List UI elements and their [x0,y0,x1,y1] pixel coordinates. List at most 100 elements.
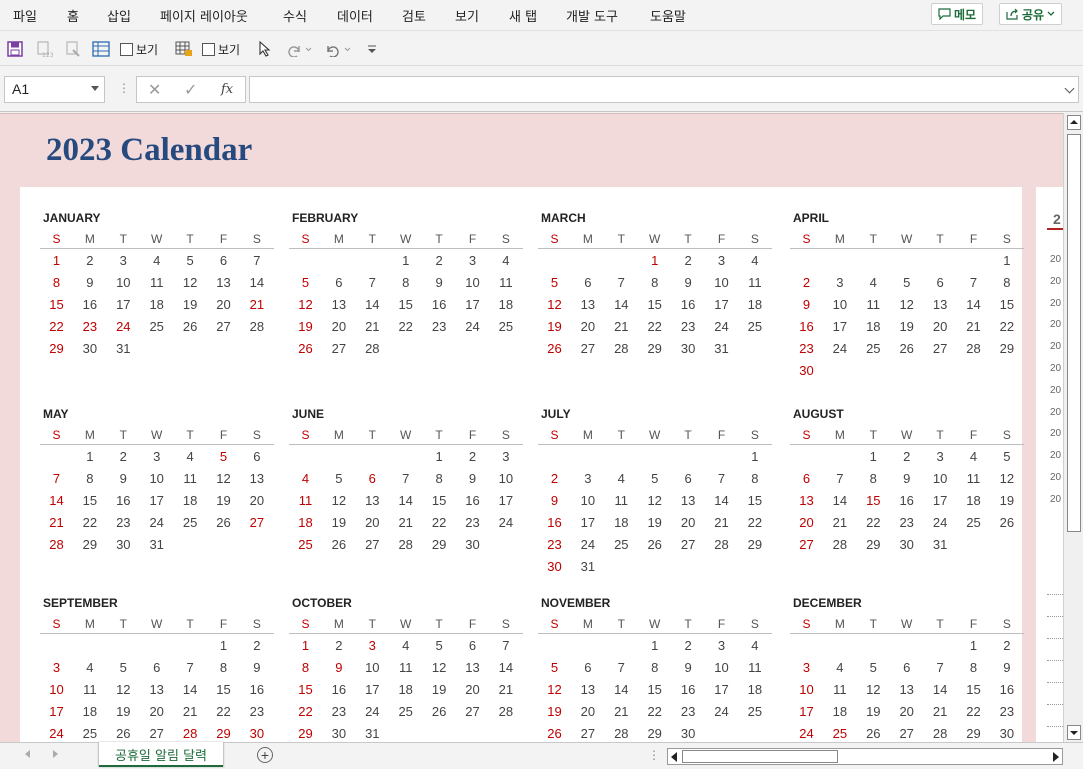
calendar-day[interactable]: 7 [605,660,638,675]
calendar-day[interactable]: 29 [857,537,890,552]
calendar-day[interactable]: 5 [423,638,456,653]
calendar-day[interactable]: 22 [957,704,990,719]
calendar-day[interactable]: 9 [672,275,705,290]
calendar-day-holiday[interactable]: 5 [289,275,322,290]
calendar-day[interactable]: 21 [605,704,638,719]
calendar-day[interactable]: 17 [356,682,389,697]
calendar-day[interactable]: 22 [73,515,106,530]
calendar-day-holiday[interactable]: 8 [289,660,322,675]
calendar-day-holiday[interactable]: 12 [538,682,571,697]
calendar-day[interactable]: 31 [107,341,140,356]
calendar-day[interactable]: 4 [738,253,771,268]
calendar-day[interactable]: 25 [857,341,890,356]
paste-values-button[interactable]: 123 [35,39,53,59]
calendar-day[interactable]: 12 [857,682,890,697]
calendar-day[interactable]: 30 [73,341,106,356]
calendar-day-holiday[interactable]: 22 [289,704,322,719]
calendar-day[interactable]: 25 [389,704,422,719]
calendar-day[interactable]: 6 [140,660,173,675]
calendar-day-holiday[interactable]: 4 [289,471,322,486]
calendar-day[interactable]: 11 [605,493,638,508]
calendar-day[interactable]: 15 [738,493,771,508]
calendar-day[interactable]: 3 [489,449,522,464]
calendar-day[interactable]: 6 [672,471,705,486]
calendar-day-holiday[interactable]: 6 [790,471,823,486]
calendar-day[interactable]: 30 [990,726,1023,741]
calendar-day[interactable]: 5 [890,275,923,290]
calendar-day-holiday[interactable]: 23 [538,537,571,552]
calendar-day-holiday[interactable]: 29 [289,726,322,741]
calendar-day[interactable]: 31 [571,559,604,574]
calendar-day[interactable]: 13 [322,297,355,312]
calendar-day[interactable]: 20 [672,515,705,530]
calendar-day[interactable]: 20 [207,297,240,312]
calendar-day[interactable]: 2 [73,253,106,268]
calendar-day-holiday[interactable]: 19 [289,319,322,334]
calendar-day-holiday[interactable]: 5 [207,449,240,464]
customize-toolbar-button[interactable] [367,39,377,59]
calendar-day[interactable]: 23 [672,319,705,334]
calendar-day[interactable]: 21 [605,319,638,334]
calendar-day[interactable]: 4 [73,660,106,675]
calendar-day[interactable]: 18 [857,319,890,334]
calendar-day[interactable]: 17 [924,493,957,508]
calendar-day-holiday[interactable]: 7 [40,471,73,486]
calendar-day[interactable]: 17 [571,515,604,530]
calendar-day[interactable]: 30 [672,341,705,356]
calendar-day[interactable]: 27 [571,341,604,356]
calendar-day[interactable]: 14 [957,297,990,312]
tab-new[interactable]: 새 탭 [509,6,537,25]
calendar-day[interactable]: 25 [73,726,106,741]
calendar-day[interactable]: 8 [738,471,771,486]
view-checkbox-2[interactable]: 보기 [202,39,240,59]
calendar-day[interactable]: 27 [322,341,355,356]
calendar-day[interactable]: 25 [489,319,522,334]
tab-view[interactable]: 보기 [455,6,479,25]
calendar-day[interactable]: 19 [174,297,207,312]
calendar-day[interactable]: 2 [672,253,705,268]
table-lock-button[interactable] [175,39,193,59]
calendar-day[interactable]: 21 [705,515,738,530]
calendar-day[interactable]: 6 [207,253,240,268]
calendar-day[interactable]: 13 [456,660,489,675]
calendar-day[interactable]: 22 [638,704,671,719]
redo-button[interactable] [286,39,312,59]
calendar-day[interactable]: 8 [207,660,240,675]
calendar-day[interactable]: 29 [957,726,990,741]
calendar-day[interactable]: 29 [638,726,671,741]
calendar-day-holiday[interactable]: 15 [289,682,322,697]
calendar-day[interactable]: 5 [174,253,207,268]
calendar-day-holiday[interactable]: 9 [790,297,823,312]
calendar-day[interactable]: 16 [890,493,923,508]
calendar-day[interactable]: 2 [990,638,1023,653]
calendar-day[interactable]: 17 [489,493,522,508]
checkbox-icon[interactable] [120,42,133,56]
calendar-day-holiday[interactable]: 24 [790,726,823,741]
calendar-day[interactable]: 27 [140,726,173,741]
calendar-day[interactable]: 28 [240,319,273,334]
horizontal-scrollbar[interactable] [667,748,1063,765]
calendar-day[interactable]: 6 [322,275,355,290]
calendar-day[interactable]: 20 [322,319,355,334]
calendar-day-holiday[interactable]: 23 [73,319,106,334]
calendar-day[interactable]: 29 [738,537,771,552]
calendar-day[interactable]: 7 [823,471,856,486]
select-objects-button[interactable] [258,39,272,59]
calendar-day[interactable]: 23 [990,704,1023,719]
calendar-day[interactable]: 21 [823,515,856,530]
calendar-day[interactable]: 26 [638,537,671,552]
calendar-day-holiday[interactable]: 30 [240,726,273,741]
calendar-day[interactable]: 4 [489,253,522,268]
calendar-day[interactable]: 13 [672,493,705,508]
calendar-day[interactable]: 29 [990,341,1023,356]
calendar-day[interactable]: 28 [489,704,522,719]
calendar-day[interactable]: 8 [389,275,422,290]
calendar-day[interactable]: 23 [456,515,489,530]
calendar-day[interactable]: 3 [705,253,738,268]
calendar-day[interactable]: 10 [705,275,738,290]
tab-data[interactable]: 데이터 [337,6,373,25]
calendar-day[interactable]: 31 [356,726,389,741]
calendar-day-holiday[interactable]: 2 [790,275,823,290]
calendar-day[interactable]: 15 [638,297,671,312]
calendar-day[interactable]: 9 [672,660,705,675]
